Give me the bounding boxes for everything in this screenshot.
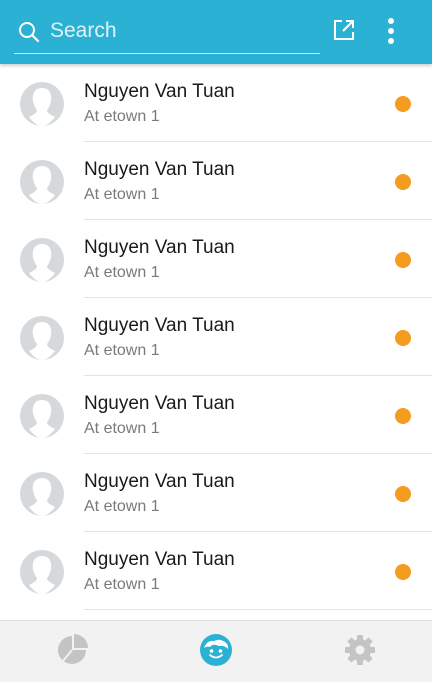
contact-location: At etown 1 <box>84 342 160 359</box>
avatar <box>20 394 64 438</box>
avatar <box>20 472 64 516</box>
status-dot <box>395 408 411 424</box>
avatar <box>20 550 64 594</box>
status-dot <box>395 486 411 502</box>
contact-row[interactable]: Nguyen Van Tuan At etown 1 <box>0 220 432 298</box>
contact-name: Nguyen Van Tuan <box>84 549 235 570</box>
avatar <box>20 316 64 360</box>
search-icon <box>19 22 40 43</box>
status-dot <box>395 330 411 346</box>
status-dot <box>395 252 411 268</box>
face-icon[interactable] <box>199 633 233 667</box>
contact-row[interactable]: Nguyen Van Tuan At etown 1 <box>0 298 432 376</box>
status-dot <box>395 174 411 190</box>
search-bar[interactable] <box>14 10 320 54</box>
contact-location: At etown 1 <box>84 498 160 515</box>
contact-name: Nguyen Van Tuan <box>84 237 235 258</box>
avatar <box>20 238 64 282</box>
bottom-navigation <box>0 620 432 682</box>
pie-chart-icon[interactable] <box>55 633 89 667</box>
contact-row[interactable]: Nguyen Van Tuan At etown 1 <box>0 142 432 220</box>
contact-row[interactable]: Nguyen Van Tuan At etown 1 <box>0 532 432 610</box>
contact-name: Nguyen Van Tuan <box>84 315 235 336</box>
avatar <box>20 160 64 204</box>
more-vert-icon[interactable] <box>381 16 401 46</box>
contact-location: At etown 1 <box>84 186 160 203</box>
contact-list: Nguyen Van Tuan At etown 1 Nguyen Van Tuan… <box>0 64 432 620</box>
gear-icon[interactable] <box>343 633 377 667</box>
search-underline <box>14 53 320 54</box>
status-dot <box>395 564 411 580</box>
contact-name: Nguyen Van Tuan <box>84 159 235 180</box>
contact-location: At etown 1 <box>84 108 160 125</box>
contact-name: Nguyen Van Tuan <box>84 81 235 102</box>
external-share-icon[interactable] <box>332 18 356 42</box>
avatar <box>20 82 64 126</box>
divider <box>84 609 432 610</box>
contact-name: Nguyen Van Tuan <box>84 393 235 414</box>
search-input[interactable] <box>50 14 310 48</box>
contact-location: At etown 1 <box>84 420 160 437</box>
status-dot <box>395 96 411 112</box>
contact-location: At etown 1 <box>84 264 160 281</box>
top-app-bar <box>0 0 432 64</box>
contact-name: Nguyen Van Tuan <box>84 471 235 492</box>
contact-location: At etown 1 <box>84 576 160 593</box>
contact-row[interactable]: Nguyen Van Tuan At etown 1 <box>0 64 432 142</box>
contact-row[interactable]: Nguyen Van Tuan At etown 1 <box>0 454 432 532</box>
contact-row[interactable]: Nguyen Van Tuan At etown 1 <box>0 376 432 454</box>
